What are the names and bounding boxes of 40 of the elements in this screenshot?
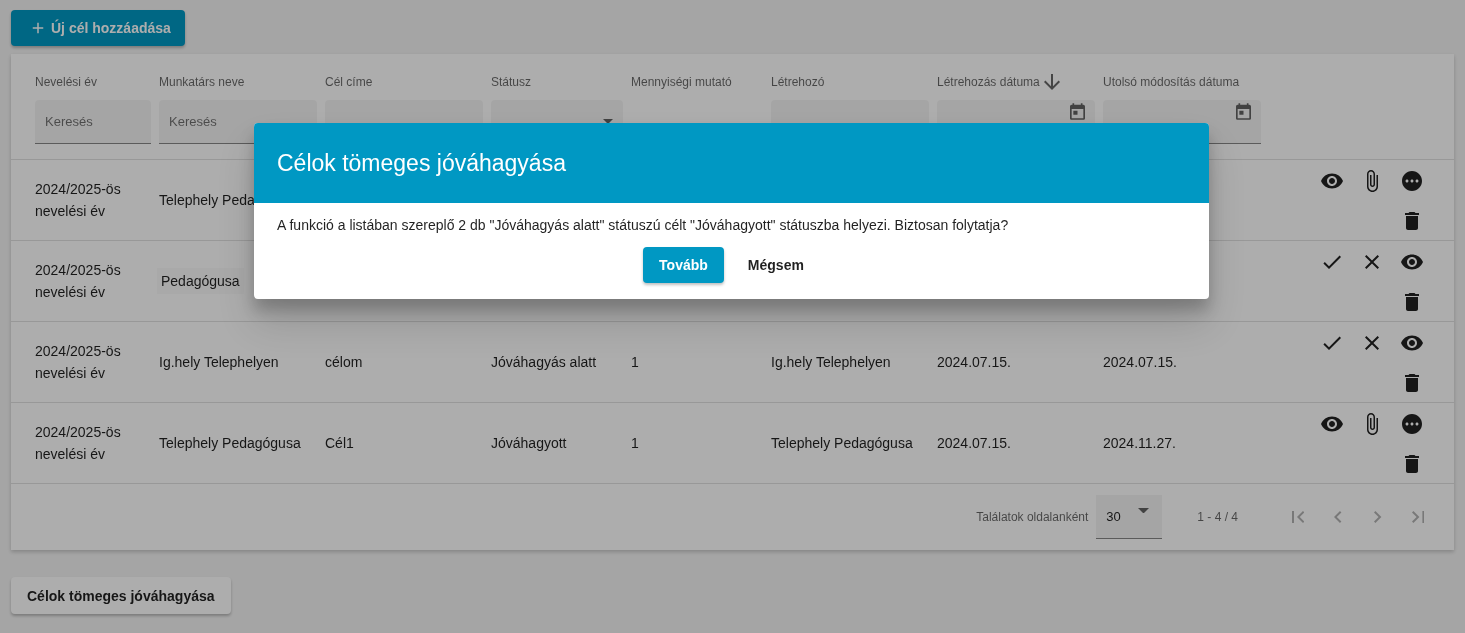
page-size-label: Találatok oldalanként bbox=[976, 510, 1089, 524]
table-cell-text: 2024/2025-ös nevelési év bbox=[35, 261, 122, 302]
table-cell-text: 2024.11.27. bbox=[1103, 434, 1177, 453]
table-cell-text: 2024/2025-ös nevelési év bbox=[35, 342, 122, 383]
page-range: 1 - 4 / 4 bbox=[1197, 510, 1238, 524]
column-header[interactable]: Létrehozás dátuma bbox=[937, 75, 1040, 89]
table-cell-text: Telephely Pedagógusa bbox=[771, 434, 914, 453]
table-cell-text: Jóváhagyott bbox=[491, 434, 568, 453]
dialog-message: A funkció a listában szereplő 2 db "Jóváhagyás alatt" státuszú célt "Jóváhagyott" státuszba helyezi. Biztosan folytatja? bbox=[276, 216, 1010, 233]
table-cell-text: 2024/2025-ös nevelési év bbox=[35, 180, 122, 221]
table-cell-text: 2024/2025-ös nevelési év bbox=[35, 423, 122, 464]
more-icon[interactable] bbox=[1400, 412, 1424, 436]
table-cell-text: Cél1 bbox=[325, 434, 355, 453]
table-cell-text: Telephely Pedagógusa bbox=[159, 434, 302, 453]
column-header[interactable]: Létrehozó bbox=[771, 75, 825, 89]
column-header[interactable]: Utolsó módosítás dátuma bbox=[1103, 75, 1240, 89]
table-cell-text: célom bbox=[325, 353, 364, 372]
table-cell-text: 2024.07.15. bbox=[937, 353, 1012, 372]
table-cell-text: Jóváhagyás alatt bbox=[491, 353, 598, 372]
placeholder: Keresés bbox=[169, 114, 217, 129]
table-cell-text: Telephely Peda bbox=[159, 191, 256, 210]
dialog-title: Célok tömeges jóváhagyása bbox=[277, 149, 566, 177]
table-cell-text: Ig.hely Telephelyen bbox=[159, 353, 280, 372]
column-header[interactable]: Státusz bbox=[491, 75, 532, 89]
column-header[interactable]: Nevelési év bbox=[35, 75, 98, 89]
column-header[interactable]: Mennyiségi mutató bbox=[631, 75, 732, 89]
table-cell-text: Ig.hely Telephelyen bbox=[771, 353, 892, 372]
add-goal-button[interactable]: Új cél hozzáadása bbox=[11, 10, 185, 46]
placeholder: Keresés bbox=[45, 114, 93, 129]
more-icon[interactable] bbox=[1400, 169, 1424, 193]
table-cell-text: 1 bbox=[631, 434, 640, 453]
column-header[interactable]: Cél címe bbox=[325, 75, 373, 89]
table-cell: Pedagógusa bbox=[157, 268, 244, 294]
table-cell-text: 2024.07.15. bbox=[1103, 353, 1178, 372]
table-cell-text: 1 bbox=[631, 353, 640, 372]
column-header[interactable]: Munkatárs neve bbox=[159, 75, 245, 89]
continue-button[interactable]: Tovább bbox=[643, 247, 724, 283]
cancel-button[interactable]: Mégsem bbox=[731, 247, 820, 283]
bulk-approve-button[interactable]: Célok tömeges jóváhagyása bbox=[11, 577, 231, 614]
table-cell-text: 2024.07.15. bbox=[937, 434, 1012, 453]
